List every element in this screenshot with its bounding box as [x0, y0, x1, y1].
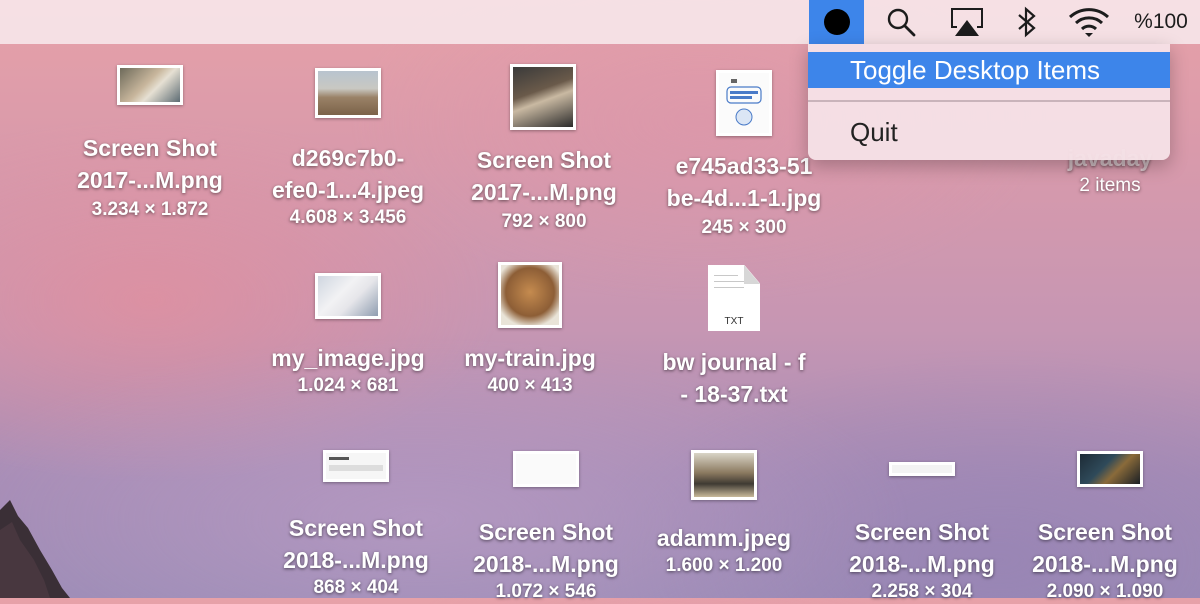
- image-thumbnail: [513, 451, 579, 487]
- wifi-icon: [1068, 8, 1110, 37]
- desktop-item-my-train[interactable]: my-train.jpg 400 × 413: [435, 260, 625, 405]
- airplay-button[interactable]: [946, 0, 988, 44]
- quit-menu-item[interactable]: Quit: [808, 114, 1170, 150]
- battery-status[interactable]: %100: [1126, 0, 1196, 44]
- image-thumbnail: [315, 273, 381, 319]
- file-dimensions: 4.608 × 3.456: [289, 207, 407, 228]
- image-thumbnail: [315, 68, 381, 118]
- file-dimensions: 245 × 300: [701, 217, 787, 238]
- bluetooth-button[interactable]: [1012, 0, 1042, 44]
- file-name: my-train.jpg: [464, 345, 596, 371]
- image-thumbnail: [117, 65, 183, 105]
- file-name-line2: efe0-1...4.jpeg: [271, 177, 425, 203]
- poster-art-icon: [726, 79, 762, 126]
- file-dimensions: 400 × 413: [487, 375, 573, 396]
- file-dimensions: 1.600 × 1.200: [665, 555, 783, 576]
- file-name-line1: Screen Shot: [82, 135, 218, 161]
- desktop-item-d269c7b0[interactable]: d269c7b0- efe0-1...4.jpeg 4.608 × 3.456: [253, 60, 443, 230]
- image-thumbnail: [498, 262, 562, 328]
- file-name-line2: be-4d...1-1.jpg: [666, 185, 822, 211]
- file-name-line2: 2017-...M.png: [471, 179, 617, 205]
- image-thumbnail: [323, 450, 389, 482]
- menu-separator: [808, 100, 1170, 102]
- file-dimensions: 868 × 404: [313, 577, 399, 598]
- file-dimensions: 2.258 × 304: [871, 581, 973, 602]
- file-dimensions: 2.090 × 1.090: [1046, 581, 1164, 602]
- file-name-line1: d269c7b0-: [291, 145, 405, 171]
- toggle-desktop-items-menu-item[interactable]: Toggle Desktop Items: [808, 52, 1170, 88]
- file-name-line1: Screen Shot: [288, 515, 424, 541]
- file-dimensions: 3.234 × 1.872: [91, 199, 209, 220]
- desktop-item-adamm[interactable]: adamm.jpeg 1.600 × 1.200: [629, 448, 819, 598]
- file-name-line1: Screen Shot: [1037, 519, 1173, 545]
- file-type-badge: TXT: [724, 316, 744, 327]
- airplay-icon: [951, 8, 983, 36]
- file-name: my_image.jpg: [271, 345, 425, 371]
- file-name-line1: Screen Shot: [476, 147, 612, 173]
- app-status-item[interactable]: [809, 0, 864, 44]
- file-dimensions: 1.024 × 681: [297, 375, 399, 396]
- wifi-button[interactable]: [1064, 0, 1114, 44]
- desktop-item-screenshot-2018-d[interactable]: Screen Shot 2018-...M.png 2.090 × 1.090: [1010, 448, 1200, 602]
- menu-item-label: Toggle Desktop Items: [850, 54, 1101, 85]
- file-name-line2: 2017-...M.png: [77, 167, 223, 193]
- desktop-item-screenshot-2018-a[interactable]: Screen Shot 2018-...M.png 868 × 404: [261, 448, 451, 598]
- desktop-item-screenshot-2018-b[interactable]: Screen Shot 2018-...M.png 1.072 × 546: [451, 448, 641, 602]
- file-name-line1: bw journal - f: [662, 349, 806, 375]
- desktop-item-screenshot-2017-b[interactable]: Screen Shot 2017-...M.png 792 × 800: [449, 60, 639, 235]
- file-name-line2: 2018-...M.png: [849, 551, 995, 577]
- image-thumbnail: [691, 450, 757, 500]
- bluetooth-icon: [1018, 6, 1036, 38]
- desktop-item-screenshot-2017-a[interactable]: Screen Shot 2017-...M.png 3.234 × 1.872: [55, 60, 245, 230]
- file-name-line2: 2018-...M.png: [283, 547, 429, 573]
- image-thumbnail: [889, 462, 955, 476]
- desktop-item-screenshot-2018-c[interactable]: Screen Shot 2018-...M.png 2.258 × 304: [827, 448, 1017, 602]
- desktop-item-my-image[interactable]: my_image.jpg 1.024 × 681: [253, 270, 443, 405]
- file-name: adamm.jpeg: [656, 525, 792, 551]
- image-thumbnail: [510, 64, 576, 130]
- folder-item-count: 2 items: [1079, 175, 1141, 196]
- image-thumbnail: [716, 70, 772, 136]
- magnifier-icon: [887, 8, 916, 37]
- text-document-icon: TXT: [708, 265, 760, 331]
- file-dimensions: 1.072 × 546: [495, 581, 597, 602]
- file-name-line2: 2018-...M.png: [1032, 551, 1178, 577]
- image-thumbnail: [1077, 451, 1143, 487]
- desktop-item-bw-journal-txt[interactable]: TXT bw journal - f - 18-37.txt: [639, 262, 829, 412]
- menu-item-label: Quit: [850, 116, 898, 147]
- spotlight-search-button[interactable]: [882, 0, 920, 44]
- menu-bar: %100: [0, 0, 1200, 44]
- file-name-line1: Screen Shot: [478, 519, 614, 545]
- wallpaper-rock-silhouette: [0, 500, 70, 598]
- file-name-line2: - 18-37.txt: [680, 381, 788, 407]
- black-circle-icon: [823, 9, 850, 35]
- status-item-menu: Toggle Desktop Items Quit: [808, 44, 1170, 160]
- file-name-line1: Screen Shot: [854, 519, 990, 545]
- file-name-line2: 2018-...M.png: [473, 551, 619, 577]
- file-dimensions: 792 × 800: [501, 211, 587, 232]
